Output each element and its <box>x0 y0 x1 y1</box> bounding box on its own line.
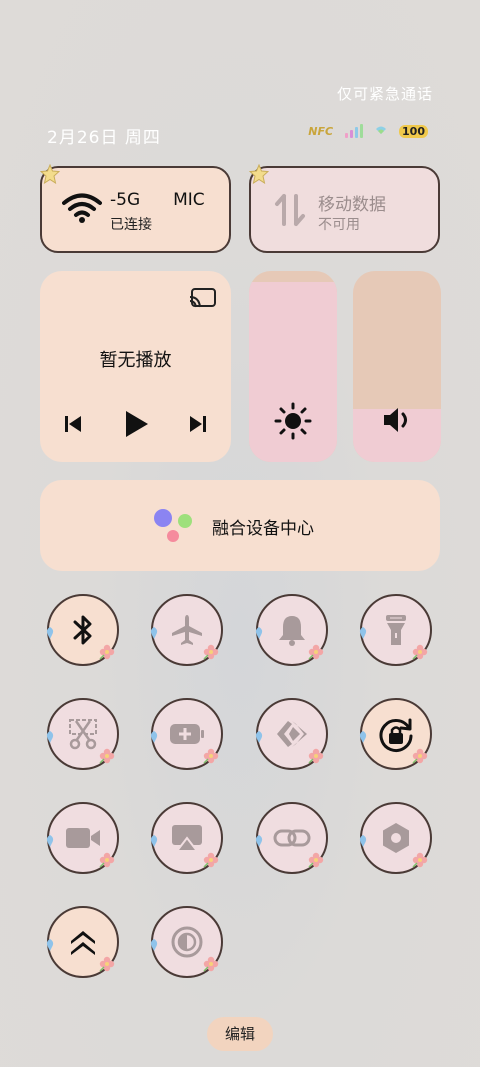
bud-decoration-icon <box>45 624 55 639</box>
next-track-icon[interactable] <box>187 413 209 435</box>
flower-decoration-icon <box>99 852 115 868</box>
video-camera-icon <box>64 825 102 851</box>
status-icons: NFC 100 <box>308 124 428 138</box>
double-chevron-up-icon <box>68 927 98 957</box>
wifi-tile[interactable]: -5G MIC 已连接 <box>40 164 231 253</box>
nfc-icon: NFC <box>308 124 334 138</box>
tile-rotation-lock[interactable] <box>358 698 432 770</box>
bud-decoration-icon <box>149 728 159 743</box>
contrast-icon <box>170 925 204 959</box>
bud-decoration-icon <box>149 936 159 951</box>
battery-icon: 100 <box>399 124 428 138</box>
volume-icon <box>384 408 407 432</box>
mobile-data-label: 移动数据 <box>318 195 386 215</box>
media-player-card[interactable]: 暂无播放 <box>40 271 231 462</box>
bud-decoration-icon <box>358 728 368 743</box>
tile-eye-comfort[interactable] <box>149 906 223 978</box>
scissors-icon <box>67 717 99 751</box>
tile-screen-cast[interactable] <box>149 802 223 874</box>
play-icon[interactable] <box>122 409 150 439</box>
bud-decoration-icon <box>45 936 55 951</box>
device-hub-label: 融合设备中心 <box>212 519 314 539</box>
media-title: 暂无播放 <box>99 350 172 371</box>
flower-decoration-icon <box>203 852 219 868</box>
star-decoration-icon <box>40 164 60 184</box>
previous-track-icon[interactable] <box>62 413 84 435</box>
bluetooth-icon <box>68 612 98 648</box>
bud-decoration-icon <box>358 624 368 639</box>
star-decoration-icon <box>249 164 269 184</box>
volume-slider[interactable] <box>353 271 441 462</box>
bud-decoration-icon <box>254 624 264 639</box>
flower-decoration-icon <box>308 748 324 764</box>
bud-decoration-icon <box>358 832 368 847</box>
flower-decoration-icon <box>203 956 219 972</box>
wifi-connection-status: 已连接 <box>110 217 152 233</box>
mobile-data-tile[interactable]: 移动数据 不可用 <box>249 164 440 253</box>
tile-performance[interactable] <box>45 906 119 978</box>
flower-decoration-icon <box>203 644 219 660</box>
share-icon <box>274 718 310 750</box>
airplane-icon <box>170 613 204 647</box>
bud-decoration-icon <box>254 728 264 743</box>
flower-decoration-icon <box>412 644 428 660</box>
signal-icon <box>345 124 364 138</box>
tile-screen-record[interactable] <box>45 802 119 874</box>
tile-screenshot[interactable] <box>45 698 119 770</box>
flower-decoration-icon <box>99 956 115 972</box>
flashlight-icon <box>383 612 409 648</box>
tile-flashlight[interactable] <box>358 594 432 666</box>
cast-icon[interactable] <box>189 287 217 309</box>
device-hub-card[interactable]: 融合设备中心 <box>40 480 440 571</box>
tile-share[interactable] <box>254 698 328 770</box>
tile-link[interactable] <box>254 802 328 874</box>
flower-decoration-icon <box>308 852 324 868</box>
flower-decoration-icon <box>99 644 115 660</box>
flower-decoration-icon <box>412 748 428 764</box>
bud-decoration-icon <box>45 832 55 847</box>
emergency-call-text: 仅可紧急通话 <box>336 85 433 103</box>
tile-ring-mode[interactable] <box>254 594 328 666</box>
bud-decoration-icon <box>254 832 264 847</box>
tile-nfc-settings[interactable] <box>358 802 432 874</box>
flower-decoration-icon <box>412 852 428 868</box>
airplay-icon <box>170 823 204 853</box>
battery-plus-icon <box>168 721 206 747</box>
date-text: 2月26日 周四 <box>47 128 161 148</box>
hexagon-icon <box>380 821 412 855</box>
flower-decoration-icon <box>203 748 219 764</box>
edit-button[interactable]: 编辑 <box>207 1017 273 1051</box>
wifi-icon <box>62 193 102 223</box>
wifi-network-name: -5G MIC <box>110 190 205 210</box>
flower-decoration-icon <box>308 644 324 660</box>
tile-airplane-mode[interactable] <box>149 594 223 666</box>
brightness-slider[interactable] <box>249 271 337 462</box>
bud-decoration-icon <box>149 832 159 847</box>
wifi-status-icon <box>375 125 387 138</box>
device-hub-logo-icon <box>154 509 192 542</box>
bell-icon <box>276 613 308 647</box>
rotation-lock-icon <box>376 714 416 754</box>
bud-decoration-icon <box>45 728 55 743</box>
mobile-data-status: 不可用 <box>318 217 360 233</box>
bud-decoration-icon <box>149 624 159 639</box>
media-controls <box>62 409 209 439</box>
mobile-data-arrows-icon <box>275 194 305 226</box>
link-icon <box>273 826 311 850</box>
tile-bluetooth[interactable] <box>45 594 119 666</box>
tile-power-saving[interactable] <box>149 698 223 770</box>
flower-decoration-icon <box>99 748 115 764</box>
brightness-icon <box>274 402 312 440</box>
